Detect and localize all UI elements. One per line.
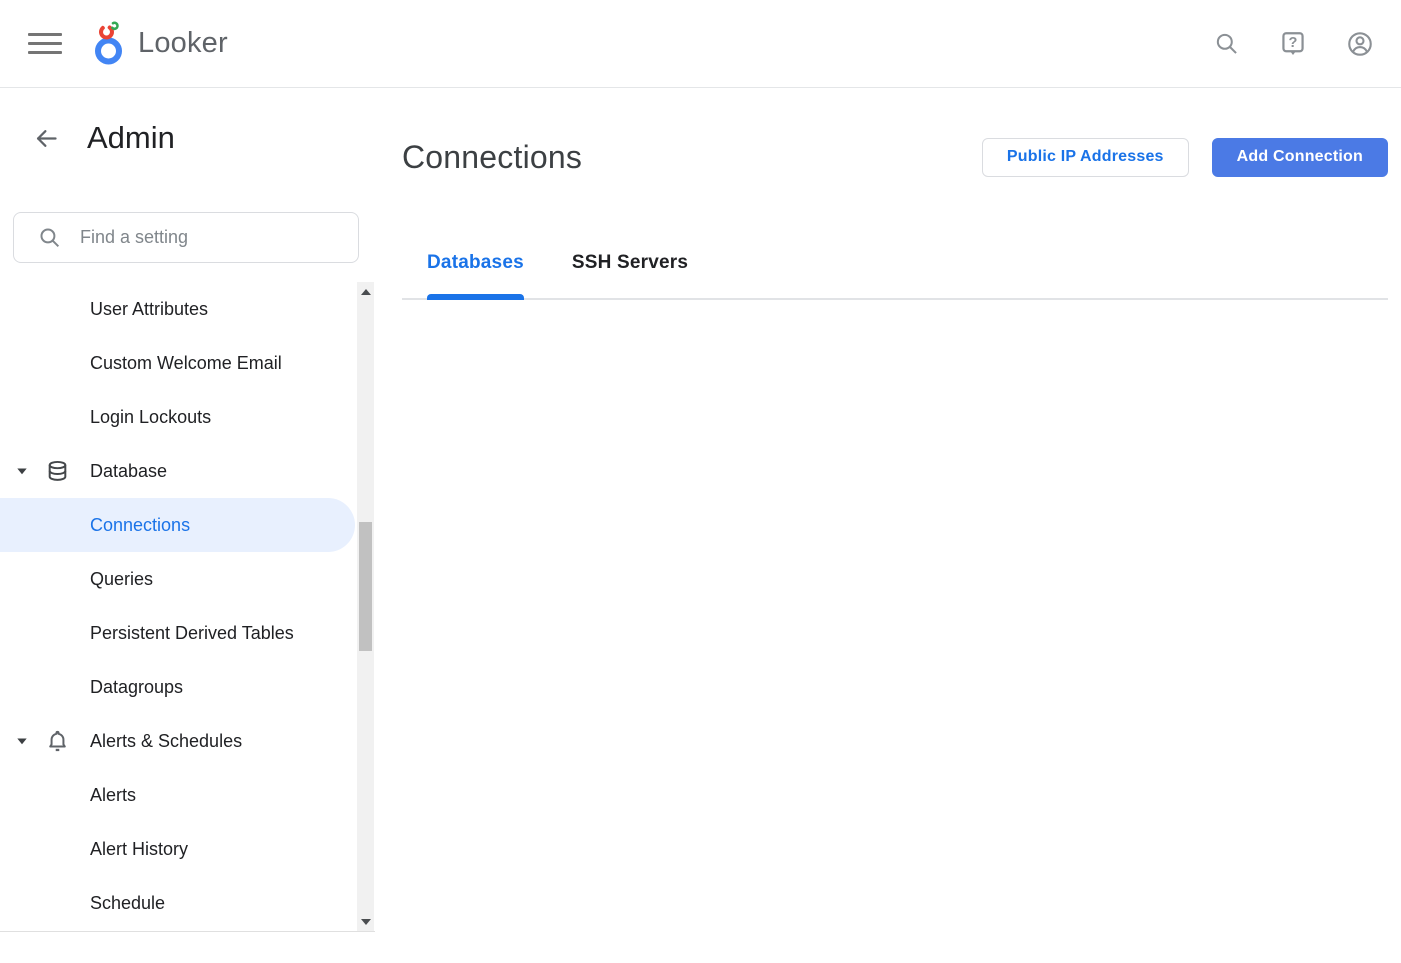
sidebar-item-label: User Attributes: [90, 299, 208, 320]
bell-icon: [45, 729, 70, 754]
sidebar-item-label: Queries: [90, 569, 153, 590]
hamburger-menu-button[interactable]: [28, 27, 62, 61]
tab-databases[interactable]: Databases: [427, 252, 524, 298]
looker-logo-icon: [94, 21, 131, 66]
topbar: Looker ?: [0, 0, 1401, 88]
tab-ssh-servers[interactable]: SSH Servers: [572, 252, 688, 298]
looker-logo[interactable]: Looker: [94, 21, 228, 66]
sidebar-item-label: Custom Welcome Email: [90, 353, 282, 374]
sidebar-item-label: Datagroups: [90, 677, 183, 698]
help-icon: ?: [1279, 46, 1307, 61]
sidebar-item-datagroups[interactable]: Datagroups: [0, 660, 355, 714]
main-content: Connections Public IP Addresses Add Conn…: [402, 88, 1401, 963]
sidebar-item-label: Alert History: [90, 839, 188, 860]
sidebar-item-alert-history[interactable]: Alert History: [0, 822, 355, 876]
sidebar-item-queries[interactable]: Queries: [0, 552, 355, 606]
sidebar-item-alerts[interactable]: Alerts: [0, 768, 355, 822]
page-title: Admin: [87, 120, 175, 156]
app-title: Looker: [138, 27, 228, 60]
account-button[interactable]: [1346, 30, 1374, 58]
arrow-left-icon: [33, 140, 60, 155]
sidebar-item-persistent-derived-tables[interactable]: Persistent Derived Tables: [0, 606, 355, 660]
sidebar-item-connections[interactable]: Connections: [0, 498, 355, 552]
topbar-actions: ?: [1213, 30, 1374, 58]
scrollbar-thumb[interactable]: [359, 522, 372, 651]
database-icon: [45, 459, 70, 484]
sidebar-item-database[interactable]: Database: [0, 444, 355, 498]
sidebar-nav: User Attributes Custom Welcome Email: [0, 282, 355, 930]
account-icon: [1346, 46, 1374, 61]
search-button[interactable]: [1213, 30, 1240, 57]
sidebar-item-label: Connections: [90, 515, 190, 536]
sidebar-item-login-lockouts[interactable]: Login Lockouts: [0, 390, 355, 444]
svg-text:?: ?: [1289, 35, 1298, 51]
scroll-down-arrow[interactable]: [357, 914, 374, 930]
hamburger-icon: [28, 33, 62, 36]
back-button[interactable]: [33, 125, 60, 152]
sidebar-item-label: Schedule: [90, 893, 165, 914]
sidebar-item-label: Login Lockouts: [90, 407, 211, 428]
sidebar-header: Admin: [0, 112, 375, 164]
search-icon: [1213, 45, 1240, 60]
sidebar-scrollbar[interactable]: [357, 282, 374, 932]
connections-title: Connections: [402, 139, 582, 176]
public-ip-addresses-button[interactable]: Public IP Addresses: [982, 138, 1189, 177]
sidebar-item-schedule[interactable]: Schedule: [0, 876, 355, 930]
sidebar-item-label: Alerts & Schedules: [90, 731, 242, 752]
find-setting-searchbox[interactable]: [13, 212, 359, 263]
expand-caret-icon[interactable]: [15, 734, 29, 748]
add-connection-button[interactable]: Add Connection: [1212, 138, 1388, 177]
search-input[interactable]: [80, 227, 344, 248]
connections-tabs: Databases SSH Servers: [402, 216, 1388, 300]
scroll-up-arrow[interactable]: [357, 284, 374, 300]
admin-sidebar: Admin U: [0, 88, 375, 963]
sidebar-item-label: Persistent Derived Tables: [90, 623, 294, 644]
sidebar-item-alerts-schedules[interactable]: Alerts & Schedules: [0, 714, 355, 768]
search-icon: [37, 225, 62, 250]
main-actions: Public IP Addresses Add Connection: [982, 138, 1388, 177]
expand-caret-icon[interactable]: [15, 464, 29, 478]
main-header: Connections Public IP Addresses Add Conn…: [402, 137, 1388, 177]
sidebar-nav-wrap: User Attributes Custom Welcome Email: [0, 282, 375, 932]
help-button[interactable]: ?: [1279, 30, 1307, 58]
sidebar-item-label: Database: [90, 461, 167, 482]
sidebar-item-user-attributes[interactable]: User Attributes: [0, 282, 355, 336]
sidebar-item-label: Alerts: [90, 785, 136, 806]
sidebar-item-custom-welcome-email[interactable]: Custom Welcome Email: [0, 336, 355, 390]
